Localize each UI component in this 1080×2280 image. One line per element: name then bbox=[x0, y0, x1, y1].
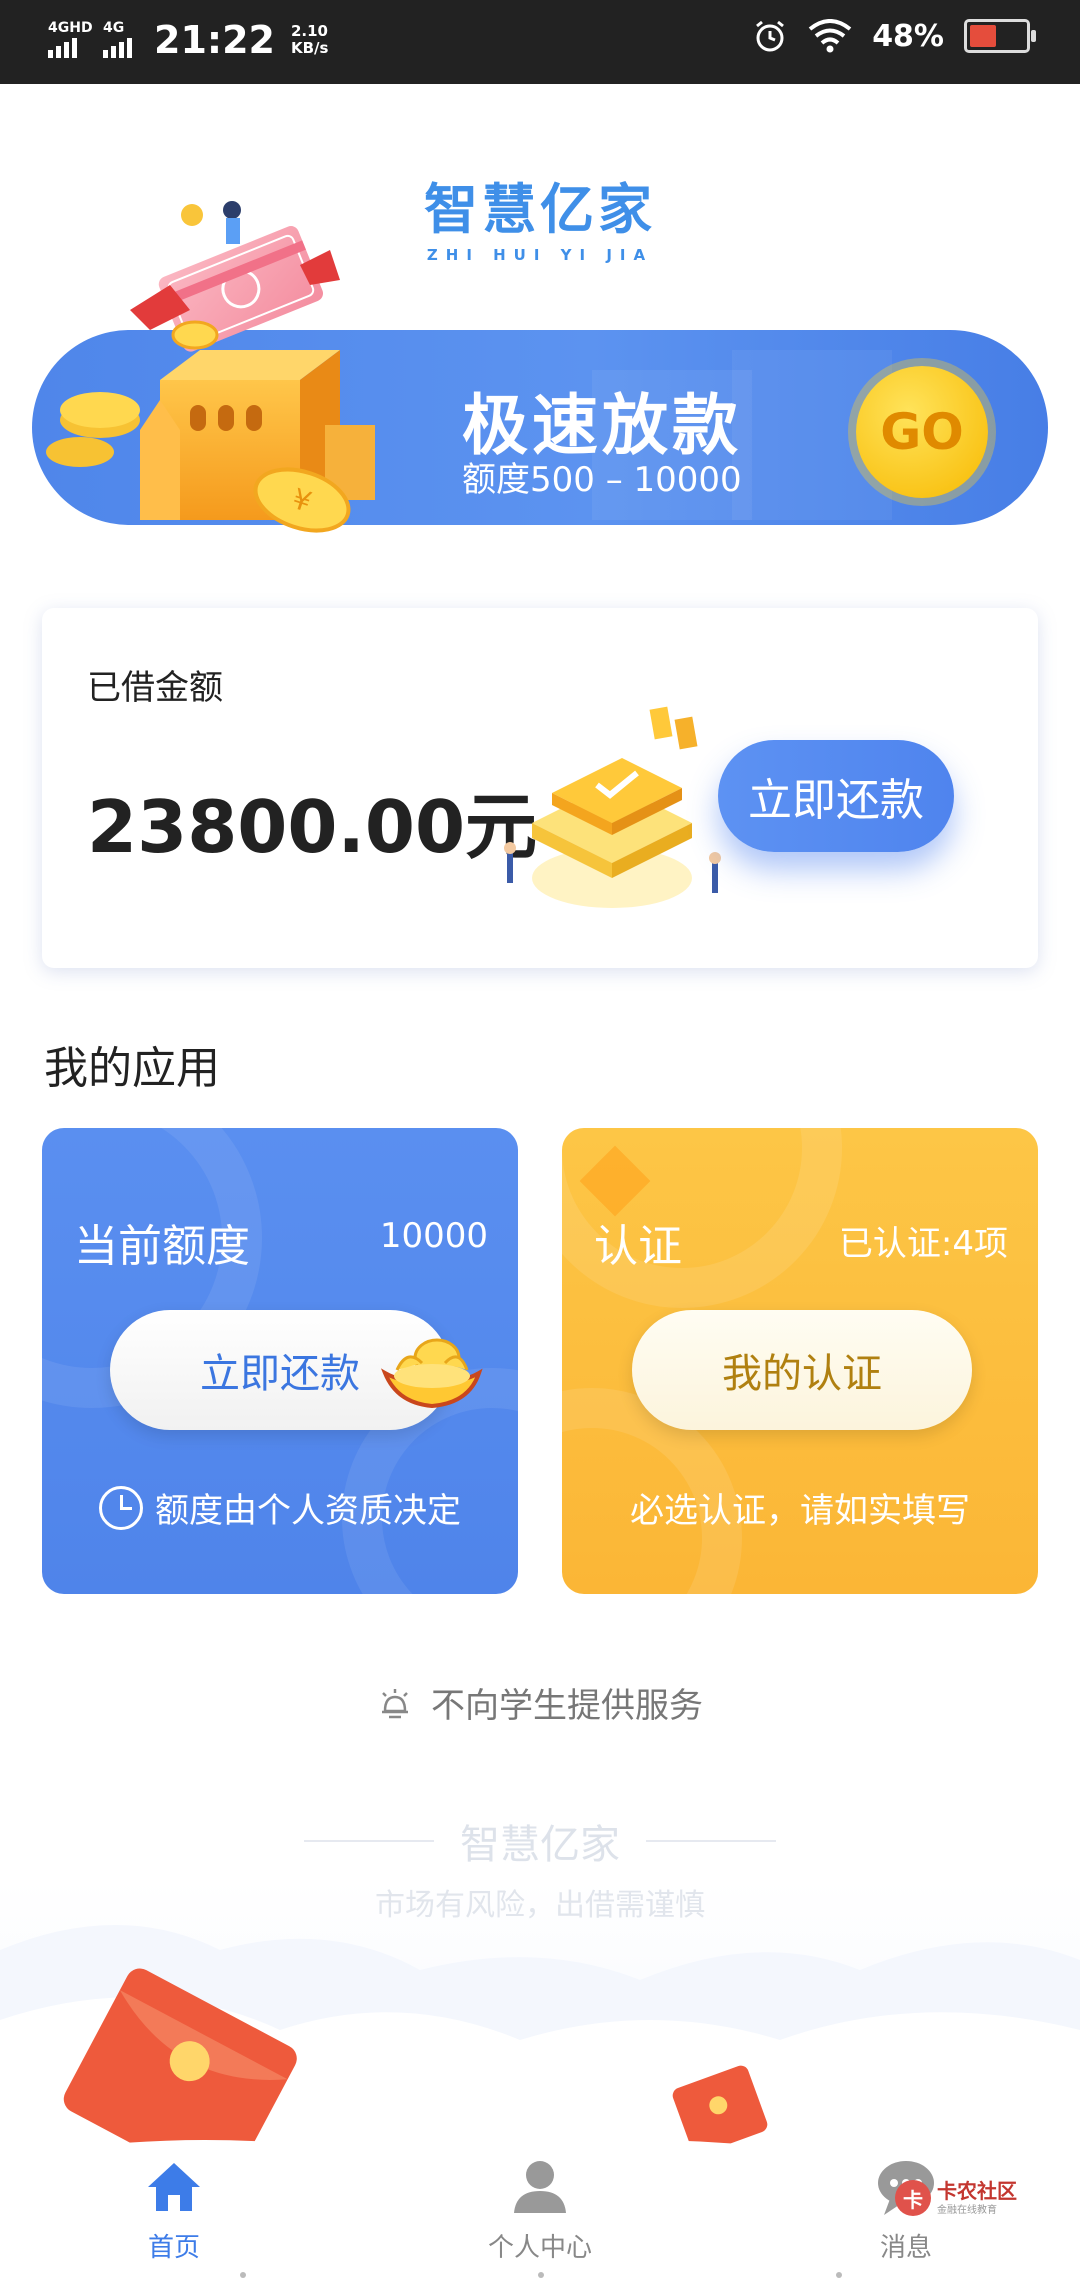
network-speed: 2.10 KB/s bbox=[291, 23, 328, 57]
repay-now-button[interactable]: 立即还款 bbox=[718, 740, 954, 852]
risk-warning: 市场有风险，出借需谨慎 bbox=[375, 1888, 705, 1923]
network-label-2: 4G bbox=[103, 20, 125, 36]
borrowed-amount: 23800.00元 bbox=[87, 785, 538, 869]
verification-title: 认证 bbox=[594, 1221, 682, 1272]
verification-footer-text: 必选认证，请如实填写 bbox=[630, 1491, 970, 1531]
status-right: 48% bbox=[752, 18, 1036, 54]
quota-footer-text: 额度由个人资质决定 bbox=[155, 1491, 461, 1531]
banner-subtitle: 额度500 – 10000 bbox=[462, 460, 742, 500]
watermark-logo-icon: 卡 bbox=[895, 2180, 931, 2216]
verification-status: 已认证:4项 bbox=[838, 1224, 1008, 1264]
nav-home-label: 首页 bbox=[147, 2233, 200, 2263]
money-illustration: ¥ bbox=[46, 201, 375, 533]
speed-value: 2.10 bbox=[290, 22, 328, 40]
borrowed-label: 已借金额 bbox=[87, 668, 223, 708]
section-title: 我的应用 bbox=[44, 1043, 220, 1094]
status-left: 4GHD 4G 21:22 2.10 KB/s bbox=[48, 18, 328, 62]
battery-icon bbox=[964, 19, 1036, 53]
brand-footer-name: 智慧亿家 bbox=[460, 1822, 620, 1868]
alarm-icon bbox=[756, 20, 785, 52]
nav-profile[interactable]: 个人中心 bbox=[440, 2155, 640, 2264]
quota-title: 当前额度 bbox=[74, 1221, 250, 1272]
watermark-text: 卡农社区 bbox=[937, 2178, 1017, 2203]
wifi-icon bbox=[808, 19, 852, 53]
nav-messages-label: 消息 bbox=[879, 2233, 932, 2263]
verification-card[interactable]: 认证 已认证:4项 我的认证 必选认证，请如实填写 bbox=[562, 1128, 1038, 1594]
user-icon bbox=[514, 2161, 566, 2213]
status-time: 21:22 bbox=[154, 18, 275, 62]
status-bar: 4GHD 4G 21:22 2.10 KB/s 48% bbox=[0, 0, 1080, 84]
borrowed-amount-card: 已借金额 23800.00元 立即还款 bbox=[42, 608, 1038, 968]
signal-icon-1: 4GHD bbox=[48, 20, 93, 58]
quota-value: 10000 bbox=[379, 1216, 488, 1256]
nav-profile-label: 个人中心 bbox=[487, 2233, 592, 2263]
verification-footer: 必选认证，请如实填写 bbox=[562, 1483, 1038, 1532]
go-button[interactable]: GO bbox=[856, 366, 988, 498]
clock-icon bbox=[99, 1485, 143, 1530]
watermark: 卡 卡农社区 金融在线教育 bbox=[895, 2180, 1017, 2216]
bell-icon bbox=[382, 1688, 408, 1718]
document-illustration bbox=[504, 706, 721, 908]
home-icon bbox=[148, 2163, 200, 2211]
gold-ingot-icon bbox=[380, 1338, 483, 1409]
nav-home[interactable]: 首页 bbox=[74, 2155, 274, 2264]
signal-icon-2: 4G bbox=[103, 20, 132, 58]
speed-unit: KB/s bbox=[290, 39, 329, 57]
network-label-1: 4GHD bbox=[48, 20, 93, 36]
my-verification-button[interactable]: 我的认证 bbox=[632, 1310, 972, 1430]
student-notice: 不向学生提供服务 bbox=[0, 1678, 1080, 1727]
quota-card[interactable]: 当前额度 10000 立即还款 额度由个人资质决定 bbox=[42, 1128, 518, 1594]
watermark-sub: 金融在线教育 bbox=[937, 2204, 997, 2216]
quota-footer: 额度由个人资质决定 bbox=[42, 1483, 518, 1532]
battery-percent: 48% bbox=[872, 18, 944, 54]
brand-footer: 智慧亿家 bbox=[0, 1812, 1080, 1870]
notice-text: 不向学生提供服务 bbox=[431, 1686, 703, 1726]
